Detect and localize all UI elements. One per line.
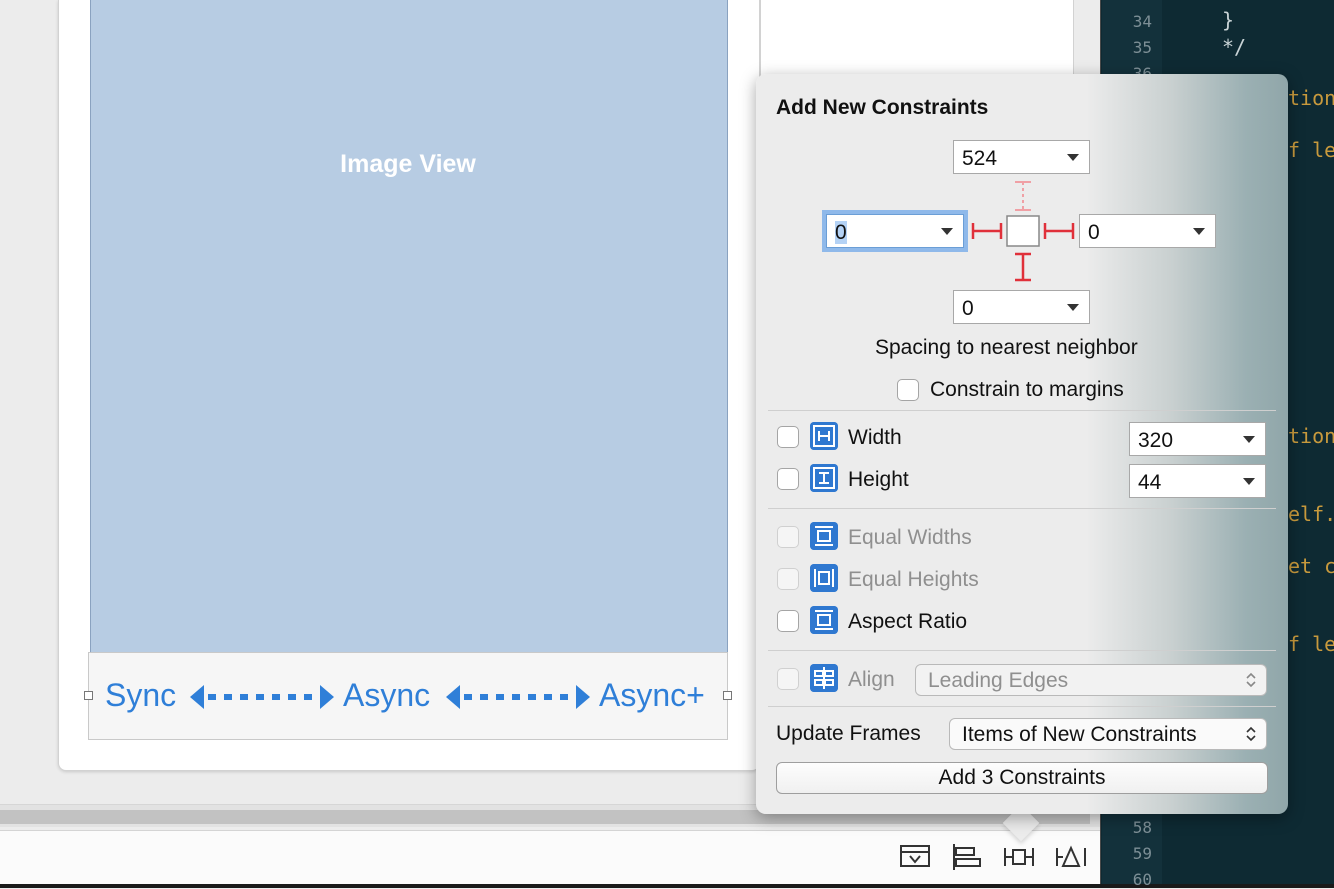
spacing-caption: Spacing to nearest neighbor: [875, 336, 1138, 359]
update-frames-icon[interactable]: [898, 840, 932, 874]
equal-widths-icon: [810, 522, 838, 550]
double-arrow-icon: [446, 685, 590, 709]
up-down-chevron-icon: [1246, 672, 1256, 688]
chevron-down-icon[interactable]: [1067, 304, 1079, 311]
chevron-down-icon[interactable]: [1193, 228, 1205, 235]
code-text: tion: [1288, 86, 1334, 110]
line-number: 58: [1132, 818, 1152, 837]
width-checkbox[interactable]: [777, 426, 799, 448]
divider: [768, 410, 1276, 411]
width-value-combo[interactable]: 320: [1129, 422, 1266, 456]
code-text: elf.: [1288, 502, 1334, 526]
equal-heights-label: Equal Heights: [848, 568, 979, 591]
aspect-ratio-icon: [810, 606, 838, 634]
code-text: f le: [1288, 138, 1334, 162]
spacing-constraint-diagram: [971, 181, 1075, 282]
constrain-margins-checkbox[interactable]: [897, 379, 919, 401]
width-constraint-icon: [810, 422, 838, 450]
line-number: 35: [1132, 38, 1152, 57]
line-number: 60: [1132, 870, 1152, 889]
canvas-bottom-toolbar: [0, 830, 1100, 885]
resize-handle-right[interactable]: [723, 691, 732, 700]
update-frames-popup[interactable]: Items of New Constraints: [949, 718, 1267, 750]
add-constraints-button[interactable]: Add 3 Constraints: [776, 762, 1268, 794]
chevron-down-icon[interactable]: [1243, 436, 1255, 443]
leading-spacing-value: 0: [835, 221, 847, 244]
chevron-down-icon[interactable]: [1067, 154, 1079, 161]
chevron-down-icon[interactable]: [941, 228, 953, 235]
line-number: 34: [1132, 12, 1152, 31]
trailing-spacing-combo[interactable]: 0: [1079, 214, 1216, 248]
aspect-ratio-checkbox[interactable]: [777, 610, 799, 632]
width-value: 320: [1138, 429, 1174, 452]
align-icon[interactable]: [950, 840, 984, 874]
align-type-popup[interactable]: Leading Edges: [915, 664, 1267, 696]
divider: [768, 508, 1276, 509]
code-text: }: [1222, 8, 1235, 32]
double-arrow-icon: [190, 685, 334, 709]
align-checkbox[interactable]: [777, 668, 799, 690]
align-edges-icon: [810, 664, 838, 692]
image-view[interactable]: [90, 0, 728, 653]
up-down-chevron-icon: [1246, 726, 1256, 742]
divider: [768, 706, 1276, 707]
code-text: f le: [1288, 632, 1334, 656]
equal-heights-checkbox[interactable]: [777, 568, 799, 590]
update-frames-value: Items of New Constraints: [962, 723, 1197, 746]
async-plus-label[interactable]: Async+: [599, 677, 705, 714]
resize-handle-left[interactable]: [84, 691, 93, 700]
popover-title: Add New Constraints: [776, 96, 989, 119]
line-number: 59: [1132, 844, 1152, 863]
equal-widths-label: Equal Widths: [848, 526, 972, 549]
add-constraints-icon[interactable]: [1002, 840, 1036, 874]
height-constraint-icon: [810, 464, 838, 492]
update-frames-label: Update Frames: [776, 722, 921, 745]
bottom-spacing-combo[interactable]: 0: [953, 290, 1090, 324]
leading-spacing-combo[interactable]: 0: [826, 214, 964, 248]
bottom-spacing-value: 0: [962, 297, 974, 320]
async-label[interactable]: Async: [343, 677, 430, 714]
resolve-issues-icon[interactable]: [1054, 840, 1088, 874]
sync-label[interactable]: Sync: [105, 677, 176, 714]
chevron-down-icon[interactable]: [1243, 478, 1255, 485]
code-text: et c: [1288, 554, 1334, 578]
top-spacing-value: 524: [962, 147, 998, 170]
width-label: Width: [848, 426, 902, 449]
equal-widths-checkbox[interactable]: [777, 526, 799, 548]
height-value-combo[interactable]: 44: [1129, 464, 1266, 498]
divider: [768, 650, 1276, 651]
image-view-label: Image View: [340, 150, 476, 178]
constrain-margins-label[interactable]: Constrain to margins: [930, 378, 1124, 402]
code-text: */: [1222, 35, 1247, 59]
equal-heights-icon: [810, 564, 838, 592]
align-label: Align: [848, 668, 895, 691]
top-spacing-combo[interactable]: 524: [953, 140, 1090, 174]
height-value: 44: [1138, 471, 1162, 494]
height-checkbox[interactable]: [777, 468, 799, 490]
aspect-ratio-label: Aspect Ratio: [848, 610, 968, 633]
code-text: tion: [1288, 424, 1334, 448]
trailing-spacing-value: 0: [1088, 221, 1100, 244]
height-label: Height: [848, 468, 909, 491]
align-type-value: Leading Edges: [928, 669, 1069, 692]
